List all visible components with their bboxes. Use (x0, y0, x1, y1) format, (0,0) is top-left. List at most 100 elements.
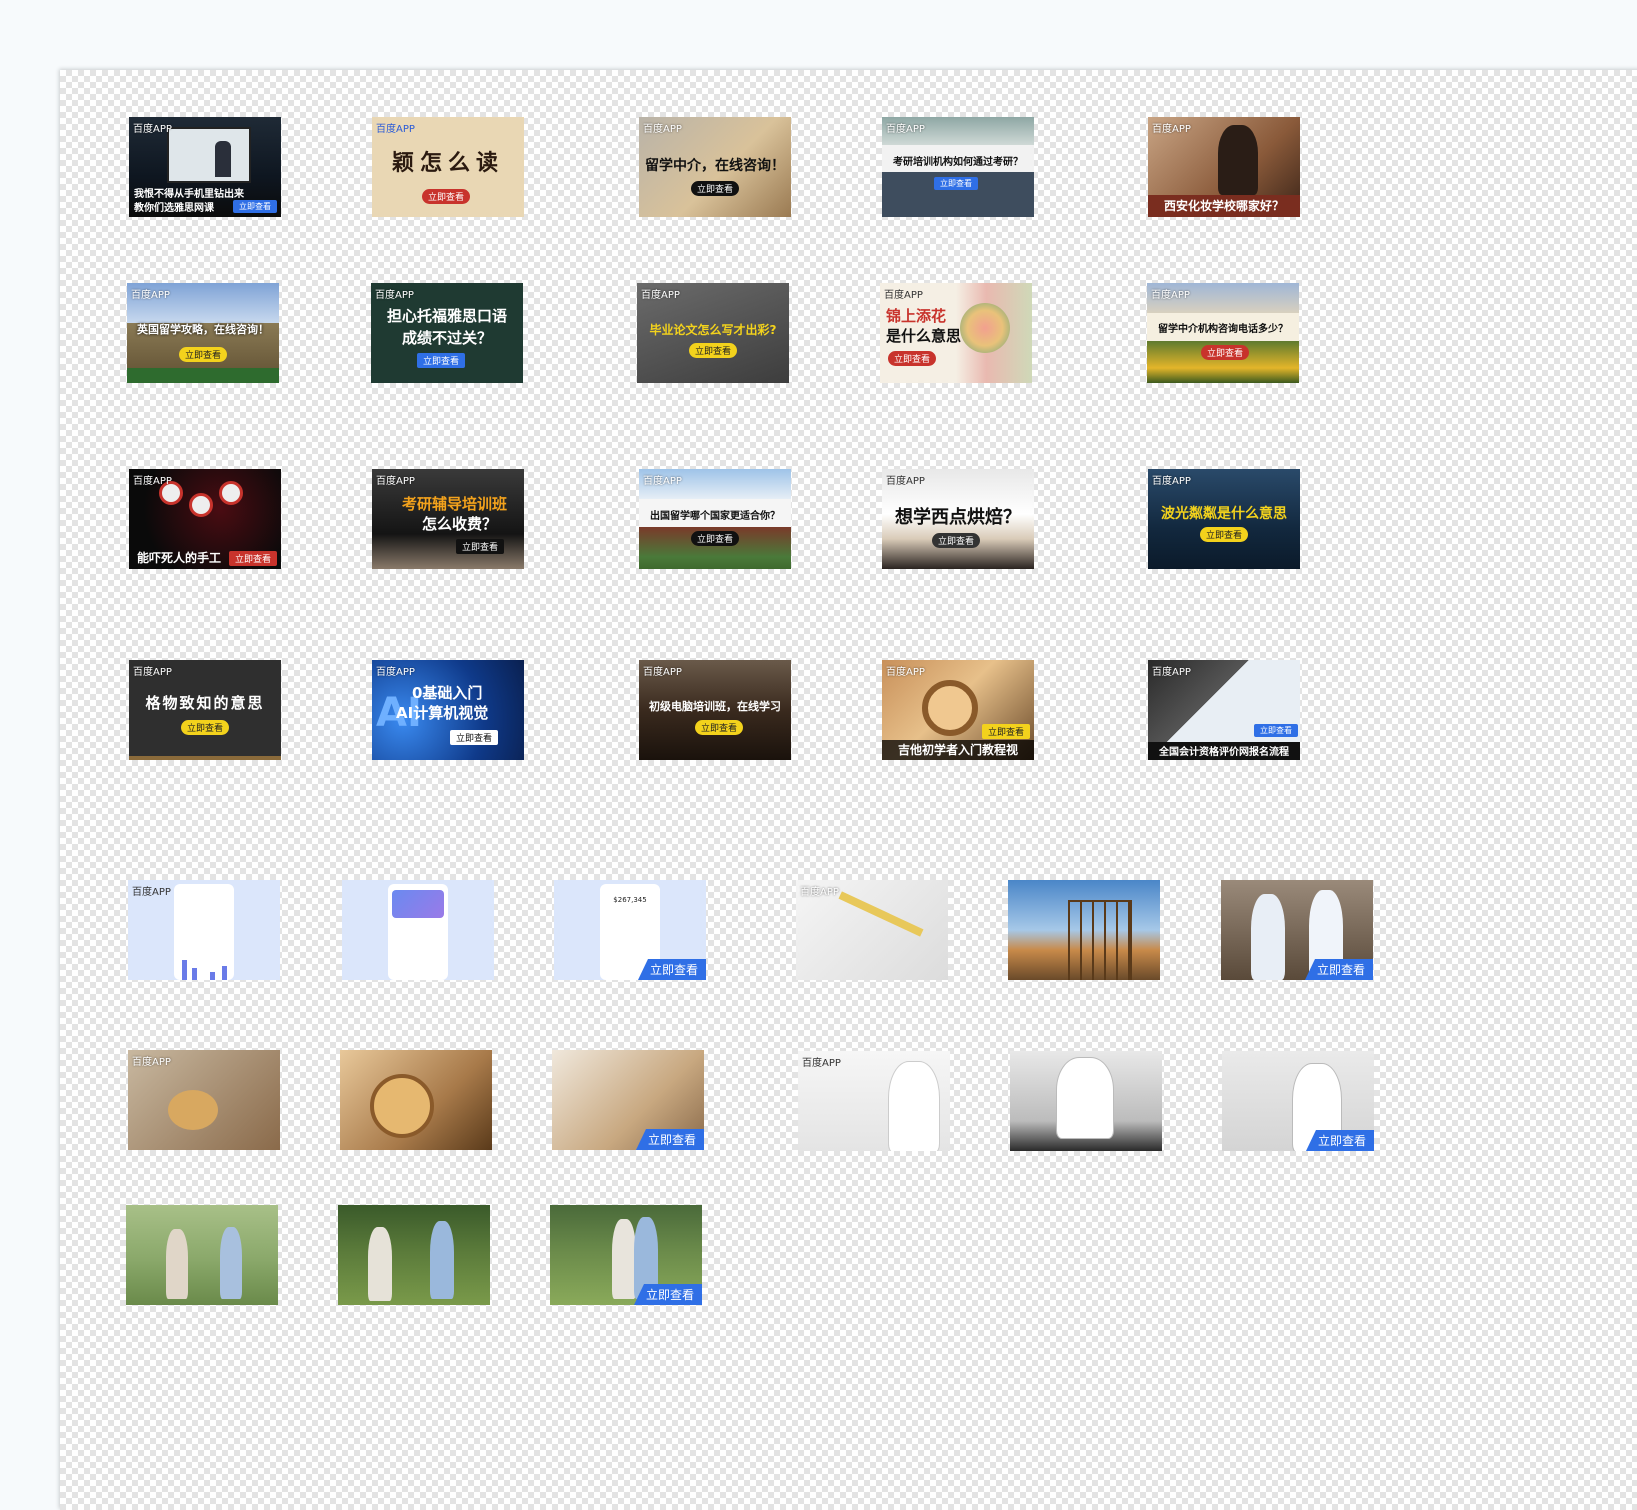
ad-thumbnail-sparkling-waves[interactable]: 百度APP 波光粼粼是什么意思 立即查看 (1148, 469, 1300, 569)
brand-label: 百度APP (886, 124, 925, 135)
ruler-graphic (838, 891, 924, 937)
ad-thumbnail-kaoyan-tutoring-fees[interactable]: 百度APP 考研辅导培训班 怎么收费？ 立即查看 (372, 469, 524, 569)
view-now-button[interactable]: 立即查看 (233, 200, 277, 213)
ad-thumbnail-thesis-writing[interactable]: 百度APP 毕业论文怎么写才出彩? 立即查看 (637, 283, 789, 383)
brand-label: 百度APP (643, 124, 682, 135)
ad-thumbnail-chef-cake[interactable]: 立即查看 (1222, 1051, 1374, 1151)
ad-thumbnail-ying-pronunciation[interactable]: 百度APP 颖怎么读 立即查看 (372, 117, 524, 217)
ad-title: 我恨不得从手机里钻出来 (134, 189, 244, 200)
view-now-button[interactable]: 立即查看 (932, 533, 981, 548)
ad-title: 出国留学哪个国家更适合你？ (650, 511, 780, 522)
view-now-button[interactable]: 立即查看 (417, 353, 466, 368)
brand-label: 百度APP (375, 290, 414, 301)
view-now-button[interactable]: 立即查看 (691, 531, 740, 546)
view-now-button[interactable]: 立即查看 (228, 551, 277, 566)
brand-label: 百度APP (133, 667, 172, 678)
ad-thumbnail-computer-training[interactable]: 百度APP 初级电脑培训班，在线学习 立即查看 (639, 660, 791, 760)
person-figure (430, 1221, 454, 1299)
video-screen (167, 127, 251, 183)
ad-title: 英国留学攻略，在线咨询！ (137, 323, 269, 336)
brand-label: 百度APP (132, 1057, 171, 1068)
brand-label: 百度APP (802, 1058, 841, 1069)
view-now-button[interactable]: 立即查看 (689, 343, 738, 358)
ad-thumbnail-accounting-exam[interactable]: 百度APP 立即查看 全国会计资格评价网报名流程 (1148, 660, 1300, 760)
brand-label: 百度APP (641, 290, 680, 301)
ad-thumbnail-kaoyan-training[interactable]: 百度APP 考研培训机构如何通过考研？ 立即查看 (882, 117, 1034, 217)
ad-title: 锦上添花 (886, 307, 947, 325)
view-now-button[interactable]: 立即查看 (1254, 724, 1298, 737)
ad-thumbnail-gewuzhizhi[interactable]: 百度APP 格物致知的意思 立即查看 (129, 660, 281, 760)
ad-thumbnail-taichi-1[interactable] (126, 1205, 278, 1305)
ad-thumbnail-taichi-3[interactable]: 立即查看 (550, 1205, 702, 1305)
ad-title: 担心托福雅思口语 (386, 307, 507, 325)
bank-card (392, 890, 444, 918)
view-now-button[interactable]: 立即查看 (635, 1129, 704, 1150)
person-figure (220, 1227, 242, 1299)
ad-thumbnail-guitar-player-3[interactable]: 立即查看 (552, 1050, 704, 1150)
ad-thumbnail-ai-vision[interactable]: AI 百度APP 0基础入门 AI计算机视觉 立即查看 (372, 660, 524, 760)
view-now-button[interactable]: 立即查看 (633, 1284, 702, 1305)
view-now-button[interactable]: 立即查看 (181, 720, 230, 735)
view-now-button[interactable]: 立即查看 (179, 347, 228, 362)
guitar-body (922, 680, 978, 736)
ad-thumbnail-makeup-school[interactable]: 百度APP 西安化妆学校哪家好？ (1148, 117, 1300, 217)
ad-thumbnail-which-country[interactable]: 百度APP 出国留学哪个国家更适合你？ 立即查看 (639, 469, 791, 569)
view-now-button[interactable]: 立即查看 (1304, 959, 1373, 980)
brand-label: 百度APP (1152, 124, 1191, 135)
eyeball-icon (219, 481, 243, 505)
ad-thumbnail-scary-craft[interactable]: 百度APP 能吓死人的手工 立即查看 (129, 469, 281, 569)
ad-thumbnail-study-abroad-agency[interactable]: 百度APP 留学中介，在线咨询！ 立即查看 (639, 117, 791, 217)
ad-thumbnail-drafting[interactable]: 百度APP (796, 880, 948, 980)
ad-thumbnail-baking[interactable]: 百度APP 想学西点烘焙？ 立即查看 (882, 469, 1034, 569)
view-now-button[interactable]: 立即查看 (450, 730, 499, 745)
ad-thumbnail-uk-study[interactable]: 百度APP 英国留学攻略，在线咨询！ 立即查看 (127, 283, 279, 383)
engineer-figure (1251, 894, 1285, 980)
ad-thumbnail-chef-plating[interactable] (1010, 1051, 1162, 1151)
person-figure (1218, 125, 1258, 195)
ad-title: 西安化妆学校哪家好？ (1163, 199, 1284, 213)
ad-thumbnail-finance-app-1[interactable]: 百度APP (128, 880, 280, 980)
ad-thumbnail-toefl-ielts-speaking[interactable]: 百度APP 担心托福雅思口语 成绩不过关？ 立即查看 (371, 283, 523, 383)
brand-label: 百度APP (886, 667, 925, 678)
brand-label: 百度APP (132, 887, 171, 898)
ad-thumbnail-agency-phone[interactable]: 百度APP 留学中介机构咨询电话多少？ 立即查看 (1147, 283, 1299, 383)
view-now-button[interactable]: 立即查看 (1200, 527, 1249, 542)
balance-amount: $267,345 (613, 896, 647, 904)
phone-mockup (388, 884, 448, 980)
view-now-button[interactable]: 立即查看 (934, 177, 978, 190)
ad-title: 留学中介，在线咨询！ (645, 158, 785, 174)
ad-thumbnail-guitar-beginner[interactable]: 百度APP 立即查看 吉他初学者入门教程视 (882, 660, 1034, 760)
ad-title: 颖怎么读 (391, 151, 504, 176)
ad-title: 波光粼粼是什么意思 (1161, 506, 1287, 522)
view-now-button[interactable]: 立即查看 (1201, 345, 1250, 360)
view-now-button[interactable]: 立即查看 (888, 351, 937, 366)
ad-thumbnail-ielts-course[interactable]: 百度APP 我恨不得从手机里钻出来 教你们选雅思网课 立即查看 (129, 117, 281, 217)
brand-label: 百度APP (131, 290, 170, 301)
chef-figure (888, 1061, 940, 1151)
ad-thumbnail-engineers[interactable]: 立即查看 (1221, 880, 1373, 980)
ad-title: 毕业论文怎么写才出彩? (649, 323, 777, 337)
phone-mockup (174, 884, 234, 980)
view-now-button[interactable]: 立即查看 (1305, 1130, 1374, 1151)
brand-label: 百度APP (1151, 290, 1190, 301)
ad-thumbnail-guitar-player-2[interactable] (340, 1050, 492, 1150)
view-now-button[interactable]: 立即查看 (981, 724, 1030, 739)
view-now-button[interactable]: 立即查看 (637, 959, 706, 980)
ad-thumbnail-guitar-player-1[interactable]: 百度APP (128, 1050, 280, 1150)
view-now-button[interactable]: 立即查看 (456, 539, 505, 554)
ad-thumbnail-finance-app-2[interactable] (342, 880, 494, 980)
view-now-button[interactable]: 立即查看 (691, 181, 740, 196)
person-figure (612, 1219, 636, 1299)
ad-thumbnail-construction-site[interactable] (1008, 880, 1160, 980)
view-now-button[interactable]: 立即查看 (422, 189, 471, 204)
guitar-body (370, 1074, 434, 1138)
ad-thumbnail-idiom-jinshangtianhua[interactable]: 百度APP 锦上添花 是什么意思 立即查看 (880, 283, 1032, 383)
chef-figure (1056, 1057, 1114, 1139)
ad-thumbnail-chef-pouring[interactable]: 百度APP (798, 1051, 950, 1151)
ad-thumbnail-finance-app-3[interactable]: $267,345 立即查看 (554, 880, 706, 980)
speaker-figure (215, 141, 231, 177)
view-now-button[interactable]: 立即查看 (695, 720, 744, 735)
brand-label: 百度APP (643, 667, 682, 678)
ad-subtitle: 是什么意思 (886, 327, 962, 345)
ad-thumbnail-taichi-2[interactable] (338, 1205, 490, 1305)
